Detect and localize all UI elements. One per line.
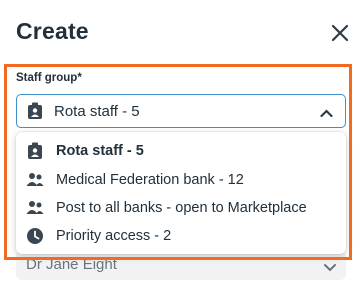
page-title: Create (16, 18, 89, 44)
chevron-down-icon (324, 260, 336, 272)
highlight-box (4, 64, 352, 260)
close-icon[interactable] (330, 23, 350, 43)
modal-header: Create (0, 0, 360, 64)
